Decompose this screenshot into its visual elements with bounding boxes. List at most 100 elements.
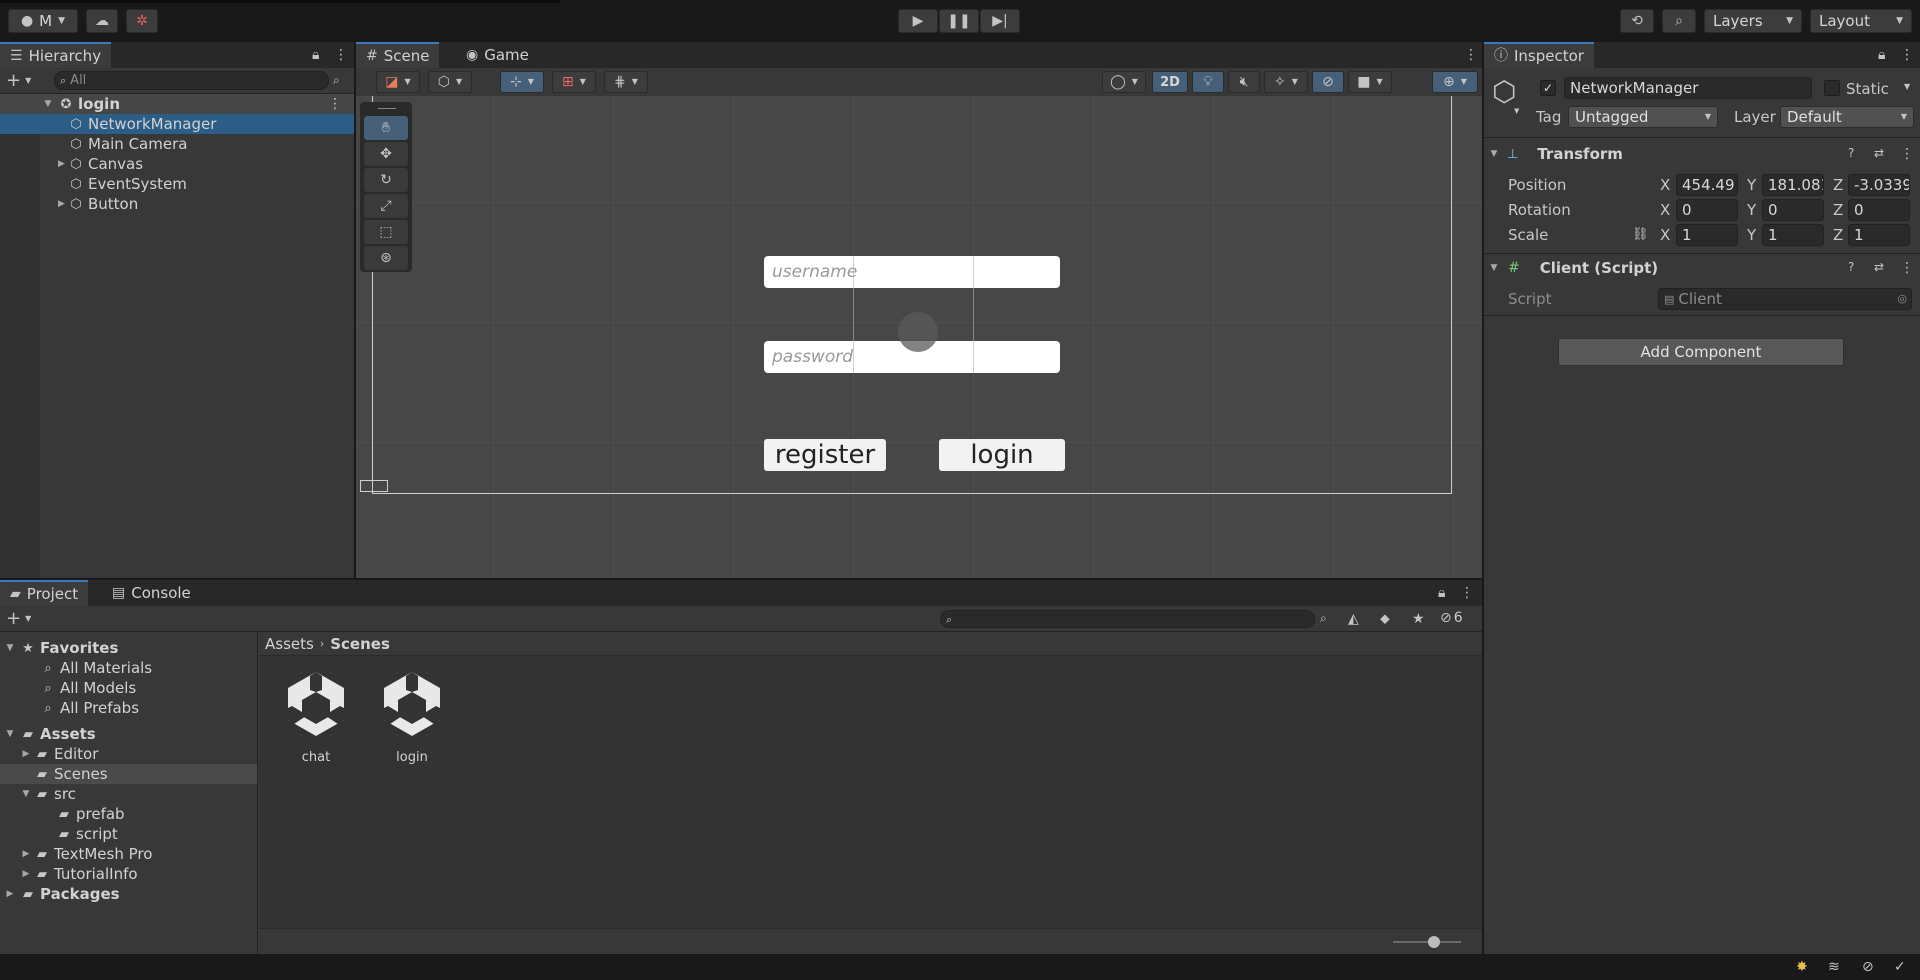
folder-src[interactable]: ▼ ▰ src (0, 784, 257, 804)
collapse-icon[interactable]: ▼ (1488, 263, 1500, 273)
lock-icon[interactable]: 🔒︎ (1878, 48, 1885, 62)
check-status-icon[interactable]: ✓ (1894, 960, 1906, 974)
register-button[interactable]: register (764, 439, 886, 471)
create-button[interactable]: + ▼ (6, 71, 40, 91)
snap-dropdown[interactable]: ⊞ ▼ (552, 71, 596, 93)
visibility-button[interactable]: ⊘ (1312, 71, 1344, 93)
expand-icon[interactable]: ▼ (22, 789, 30, 799)
rotation-z-field[interactable]: 0 (1848, 199, 1910, 221)
filter-by-type-icon[interactable]: ◭ (1348, 612, 1359, 626)
move-tool[interactable]: ✥ (364, 142, 408, 166)
transform-tool[interactable]: ⊛ (364, 246, 408, 270)
scale-z-field[interactable]: 1 (1848, 224, 1910, 246)
object-name-field[interactable]: NetworkManager (1564, 77, 1812, 99)
draw-mode-dropdown[interactable]: ◪ ▼ (376, 71, 420, 93)
preset-icon[interactable]: ⇄ (1874, 261, 1884, 273)
more-icon[interactable]: ⋮ (1464, 48, 1478, 62)
chevron-down-icon[interactable]: ▼ (1904, 83, 1910, 91)
folder-editor[interactable]: ▶ ▰ Editor (0, 744, 257, 764)
folder-textmesh-pro[interactable]: ▶ ▰ TextMesh Pro (0, 844, 257, 864)
history-button[interactable]: ⟲ (1620, 9, 1654, 33)
more-icon[interactable]: ⋮ (1460, 586, 1474, 600)
position-x-field[interactable]: 454.49 (1676, 174, 1738, 196)
gizmos-dropdown[interactable]: ⊕ ▼ (1432, 71, 1478, 93)
object-picker-icon[interactable]: ◎ (1897, 293, 1907, 304)
expand-icon[interactable]: ▼ (4, 729, 16, 739)
tab-console[interactable]: ▤ Console (102, 580, 201, 606)
layer-dropdown[interactable]: Default ▼ (1780, 106, 1914, 128)
folder-tutorialinfo[interactable]: ▶ ▰ TutorialInfo (0, 864, 257, 884)
script-object-field[interactable]: ▤ Client ◎ (1658, 288, 1912, 310)
camera-dropdown[interactable]: ■ ▼ (1348, 71, 1392, 93)
favorites-row[interactable]: ▼ ★ Favorites (0, 638, 257, 658)
hierarchy-item-canvas[interactable]: ▶ ⬡ Canvas (0, 154, 354, 174)
breadcrumb-assets[interactable]: Assets (265, 635, 314, 653)
debug-status-icon[interactable]: ⊘ (1862, 960, 1874, 974)
icon-size-slider[interactable] (1393, 941, 1461, 943)
transform-header[interactable]: ▼ ⟂ Transform ? ⇄ ⋮ (1484, 142, 1920, 166)
hierarchy-item-button[interactable]: ▶ ⬡ Button (0, 194, 354, 214)
packages-row[interactable]: ▶ ▰ Packages (0, 884, 257, 904)
lighting-status-icon[interactable]: ✸ (1796, 960, 1808, 974)
tab-project[interactable]: ▰ Project (0, 580, 89, 606)
icon-size-slider-thumb[interactable] (1428, 936, 1440, 948)
collapse-icon[interactable]: ▼ (1488, 149, 1500, 159)
expand-icon[interactable]: ▶ (4, 889, 16, 899)
add-component-button[interactable]: Add Component (1558, 338, 1844, 366)
more-icon[interactable]: ⋮ (1900, 48, 1914, 62)
tab-game[interactable]: ◉ Game (456, 42, 539, 68)
username-input[interactable]: username (764, 256, 1060, 288)
layers-dropdown[interactable]: Layers ▼ (1704, 9, 1802, 33)
cloud-button[interactable]: ☁ (86, 9, 118, 33)
folder-script[interactable]: ▰ script (0, 824, 257, 844)
mode-2d-button[interactable]: 2D (1152, 71, 1188, 93)
tag-dropdown[interactable]: Untagged ▼ (1568, 106, 1718, 128)
lock-icon[interactable]: 🔒︎ (1438, 586, 1445, 600)
audio-button[interactable]: 🔇︎ (1228, 71, 1260, 93)
expand-icon[interactable]: ▶ (58, 199, 65, 209)
hand-tool[interactable]: ✋︎ (364, 116, 408, 140)
hierarchy-item-eventsystem[interactable]: ⬡ EventSystem (0, 174, 354, 194)
tab-hierarchy[interactable]: ☰ Hierarchy (0, 42, 112, 68)
render-mode-dropdown[interactable]: ⬡ ▼ (428, 71, 472, 93)
expand-icon[interactable]: ▶ (22, 869, 30, 879)
grid-dropdown[interactable]: ⋕ ▼ (604, 71, 648, 93)
scale-y-field[interactable]: 1 (1762, 224, 1824, 246)
scale-x-field[interactable]: 1 (1676, 224, 1738, 246)
expand-icon[interactable]: ▶ (58, 159, 65, 169)
account-button[interactable]: ● M ▼ (8, 9, 78, 33)
more-icon[interactable]: ⋮ (1900, 147, 1914, 161)
expand-icon[interactable]: ▼ (42, 99, 54, 109)
scene-viewport[interactable]: username password register login ✋︎ ✥ ↻ … (356, 96, 1482, 578)
search-button[interactable]: ⌕ (1662, 9, 1696, 33)
active-checkbox[interactable]: ✓ (1540, 80, 1556, 96)
login-button[interactable]: login (939, 439, 1065, 471)
shading-dropdown[interactable]: ◯ ▼ (1102, 71, 1146, 93)
pause-button[interactable]: ❚❚ (939, 9, 979, 33)
scene-row[interactable]: ▼ ✪ login ⋮ (0, 94, 354, 114)
preset-icon[interactable]: ⇄ (1874, 147, 1884, 159)
folder-scenes[interactable]: ▰ Scenes (0, 764, 257, 784)
favorite-all-prefabs[interactable]: ⌕ All Prefabs (0, 698, 257, 718)
folder-prefab[interactable]: ▰ prefab (0, 804, 257, 824)
rotation-y-field[interactable]: 0 (1762, 199, 1824, 221)
breadcrumb-scenes[interactable]: Scenes (330, 635, 390, 653)
favorite-star-icon[interactable]: ★ (1412, 612, 1425, 626)
static-checkbox[interactable] (1824, 80, 1840, 96)
hidden-packages-toggle[interactable]: ⊘ 6 (1440, 610, 1463, 626)
rotate-tool[interactable]: ↻ (364, 168, 408, 192)
effects-dropdown[interactable]: ✧ ▼ (1264, 71, 1308, 93)
play-button[interactable]: ▶ (898, 9, 938, 33)
expand-icon[interactable]: ▶ (22, 749, 30, 759)
asset-tile-login[interactable]: login (377, 668, 447, 772)
lock-icon[interactable]: 🔒︎ (312, 48, 319, 62)
client-script-header[interactable]: ▼ # Client (Script) ? ⇄ ⋮ (1484, 256, 1920, 280)
position-y-field[interactable]: 181.081 (1762, 174, 1824, 196)
position-z-field[interactable]: -3.0339 (1848, 174, 1910, 196)
help-icon[interactable]: ? (1848, 147, 1854, 159)
scale-tool[interactable]: ⤢ (364, 194, 408, 218)
rotation-x-field[interactable]: 0 (1676, 199, 1738, 221)
link-icon[interactable]: ⛓︎ (1632, 228, 1649, 241)
camera-gizmo[interactable] (898, 312, 938, 352)
more-icon[interactable]: ⋮ (328, 97, 342, 111)
